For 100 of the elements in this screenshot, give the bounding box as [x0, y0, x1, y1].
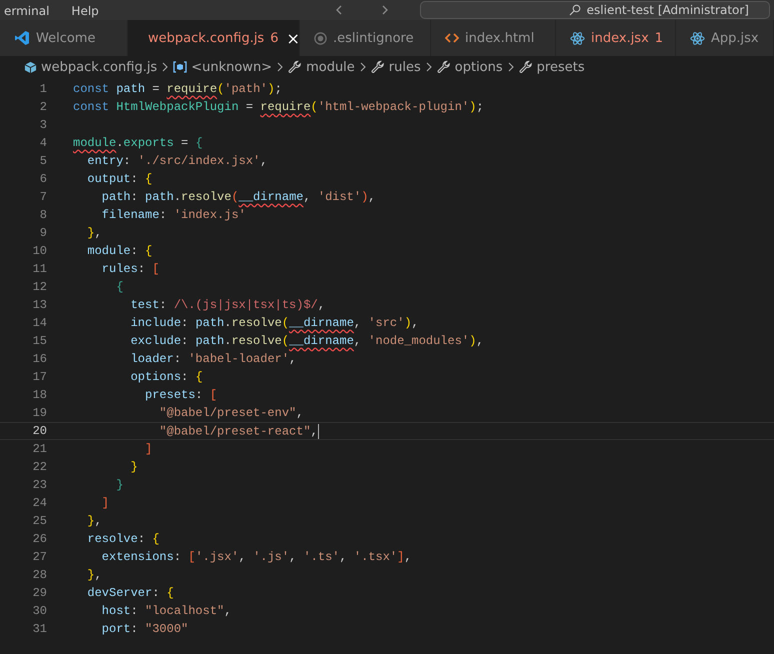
- breadcrumb-item[interactable]: module: [306, 60, 355, 74]
- code-line: }: [130, 460, 138, 474]
- code-line: rules: [: [100, 262, 160, 276]
- line-number: 11: [32, 262, 47, 276]
- line-number: 20: [32, 424, 47, 438]
- code-line: options: {: [130, 370, 203, 384]
- line-number: 3: [38, 118, 47, 132]
- line-number: 19: [32, 406, 47, 420]
- code-line: devServer: {: [86, 586, 174, 600]
- line-number: 15: [32, 334, 47, 348]
- line-number: 1: [38, 82, 47, 96]
- line-number: 26: [32, 532, 47, 546]
- vscode-logo-icon: [14, 30, 30, 46]
- code-line: presets: [: [144, 388, 218, 402]
- line-number: 5: [38, 154, 47, 168]
- code-line: host: "localhost",: [100, 604, 232, 618]
- line-number: 31: [32, 622, 47, 636]
- tab-label: index.html: [465, 30, 534, 46]
- text-cursor: [318, 424, 319, 438]
- editor-tab[interactable]: webpack.config.js 6 ×: [128, 20, 300, 56]
- editor-tab[interactable]: index.html: [431, 20, 556, 56]
- code-line: resolve: {: [86, 532, 160, 546]
- chevron-right-icon: [506, 62, 515, 72]
- problem-count: 6: [270, 30, 278, 46]
- chevron-right-icon: [276, 62, 284, 72]
- code-line: {: [115, 280, 124, 294]
- line-number: 7: [38, 190, 47, 204]
- code-line: ]: [100, 496, 110, 510]
- editor-tab[interactable]: Welcome: [0, 20, 128, 56]
- code-line: exclude: path.resolve(__dirname, 'node_modules'),: [130, 334, 484, 348]
- breadcrumb-item[interactable]: webpack.config.js: [41, 60, 158, 74]
- line-number: 17: [32, 370, 47, 384]
- problem-count: 1: [654, 30, 664, 46]
- code-line: },: [86, 568, 102, 582]
- line-number: 22: [32, 460, 47, 474]
- code-line: path: path.resolve(__dirname, 'dist'),: [100, 190, 376, 204]
- wrench-icon: [436, 60, 451, 74]
- code-line: ]: [144, 442, 152, 456]
- code-line: entry: './src/index.jsx',: [86, 154, 268, 168]
- code-line: loader: 'babel-loader',: [130, 352, 296, 366]
- circle-dot-icon: [314, 32, 327, 44]
- code-line: "@babel/preset-react",: [158, 424, 319, 438]
- tab-label: index.jsx: [591, 30, 649, 46]
- line-number: 18: [32, 388, 47, 402]
- tab-label: Welcome: [36, 30, 96, 46]
- line-number: 2: [38, 100, 47, 114]
- chevron-right-icon: [358, 62, 367, 72]
- line-number: 12: [32, 280, 47, 294]
- atom-icon: [690, 30, 705, 46]
- line-number: 30: [32, 604, 47, 618]
- code-line: output: {: [86, 172, 152, 186]
- breadcrumb-item[interactable]: options: [454, 60, 503, 74]
- line-number: 9: [38, 226, 47, 240]
- code-line: filename: 'index.js': [100, 208, 246, 222]
- line-number: 21: [32, 442, 47, 456]
- code-line: },: [86, 514, 102, 528]
- breadcrumb-item[interactable]: rules: [388, 60, 421, 74]
- close-tab-button[interactable]: ×: [286, 28, 300, 48]
- code-line: module: {: [86, 244, 152, 258]
- line-number: 28: [32, 568, 47, 582]
- code-line: const path = require('path');: [73, 82, 282, 96]
- line-number: 14: [32, 316, 47, 330]
- chevron-right-icon: [161, 62, 170, 72]
- code-line: module.exports = {: [73, 136, 203, 150]
- command-center-search[interactable]: eslient-test [Administrator]: [420, 1, 770, 19]
- line-number: 8: [38, 208, 47, 222]
- menu-item[interactable]: Help: [71, 2, 99, 20]
- search-icon: [568, 4, 581, 16]
- chevron-right-icon: [424, 62, 433, 72]
- code-line: include: path.resolve(__dirname, 'src'),: [130, 316, 419, 330]
- breadcrumb-item[interactable]: <unknown>: [191, 60, 272, 74]
- line-number: 4: [38, 136, 47, 150]
- cube-icon: [24, 60, 37, 74]
- breadcrumb-item[interactable]: presets: [536, 60, 585, 74]
- line-number: 10: [32, 244, 47, 258]
- line-number: 29: [32, 586, 47, 600]
- line-number: 13: [32, 298, 47, 312]
- tab-label: webpack.config.js: [148, 30, 264, 46]
- variable-symbol-icon: [173, 61, 188, 73]
- code-line: test: /\.(js|jsx|tsx|ts)$/,: [130, 298, 326, 312]
- editor-tab[interactable]: .eslintignore: [300, 20, 431, 56]
- line-number: 24: [32, 496, 47, 510]
- tab-label: .eslintignore: [333, 30, 414, 46]
- line-number: 27: [32, 550, 47, 564]
- wrench-icon: [518, 60, 533, 74]
- atom-icon: [570, 30, 585, 46]
- menu-item[interactable]: erminal: [4, 2, 50, 20]
- wrench-icon: [288, 60, 302, 74]
- code-line: "@babel/preset-env",: [158, 406, 304, 420]
- wrench-icon: [370, 60, 385, 74]
- line-number: 6: [38, 172, 47, 186]
- line-number: 16: [32, 352, 47, 366]
- line-number: 23: [32, 478, 47, 492]
- editor-tab[interactable]: App.jsx: [676, 20, 774, 56]
- code-line: extensions: ['.jsx', '.js', '.ts', '.tsx'],: [100, 550, 412, 564]
- code-line: }: [115, 478, 124, 492]
- line-number: 25: [32, 514, 47, 528]
- code-line: const HtmlWebpackPlugin = require('html-webpack-plugin');: [73, 100, 484, 114]
- code-line: },: [86, 226, 102, 240]
- editor-tab[interactable]: index.jsx 1: [556, 20, 676, 56]
